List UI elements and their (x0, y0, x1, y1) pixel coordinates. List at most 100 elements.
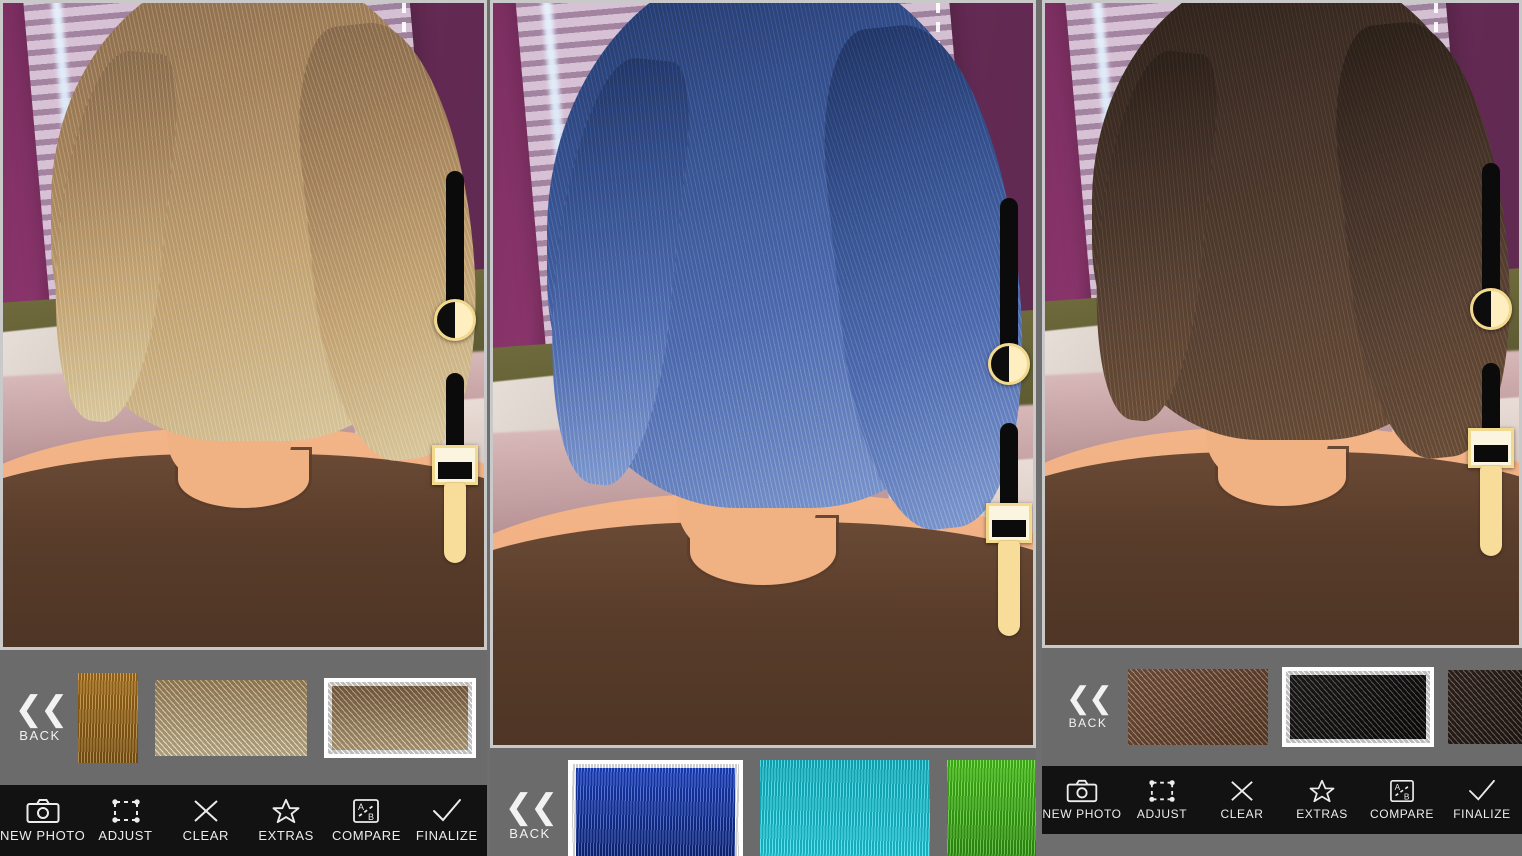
tool-label: ADJUST (98, 828, 153, 843)
swatch-texture (947, 760, 1036, 856)
tool-label: FINALIZE (1453, 807, 1511, 821)
brush-size-slider-knob[interactable] (1468, 428, 1514, 468)
camera-icon (26, 798, 60, 824)
back-button[interactable]: ❮❮ BACK (498, 748, 562, 856)
back-button-label: BACK (1068, 716, 1108, 730)
tool-label: COMPARE (332, 828, 401, 843)
opacity-slider[interactable] (1463, 163, 1519, 363)
subject-portrait (1045, 3, 1519, 645)
swatch-cyan[interactable] (760, 760, 930, 856)
star-icon (271, 798, 301, 824)
brush-stem (998, 541, 1020, 636)
subject-portrait (3, 3, 484, 647)
double-chevron-left-icon: ❮❮ (14, 690, 69, 728)
hair-region (40, 3, 484, 468)
bottom-toolbar-left: NEW PHOTO ADJUST CLEAR EXTRAS A B COMPAR… (0, 785, 487, 856)
brush-size-slider-knob[interactable] (432, 445, 478, 485)
app-screenshot-right: ❮❮ BACK NEW PHOTO ADJUST CLEAR EXTRAS A … (1042, 0, 1522, 856)
brush-size-slider[interactable] (1463, 363, 1519, 613)
brush-size-slider[interactable] (427, 373, 483, 613)
photo-canvas-left[interactable] (0, 0, 487, 650)
adjust-crop-icon (1148, 779, 1176, 803)
swatch-royal-blue[interactable] (568, 760, 743, 856)
tool-adjust[interactable]: ADJUST (85, 798, 165, 843)
tool-label: CLEAR (1220, 807, 1264, 821)
back-button[interactable]: ❮❮ BACK (1056, 648, 1120, 766)
brown-tshirt (3, 449, 484, 647)
tool-label: EXTRAS (1296, 807, 1348, 821)
swatch-list[interactable] (562, 724, 1036, 856)
x-cross-icon (191, 798, 221, 824)
app-screenshot-left: ❮❮ BACK NEW PHOTO ADJUST CLEAR EXTRAS A … (0, 0, 487, 856)
checkmark-icon (1466, 779, 1498, 803)
back-button-label: BACK (509, 825, 551, 841)
opacity-slider-knob[interactable] (1470, 288, 1512, 330)
swatch-dark-blonde[interactable] (324, 677, 476, 758)
tool-label: CLEAR (182, 828, 230, 843)
swatch-texture (78, 672, 138, 763)
compare-ab-icon: A B (352, 798, 380, 824)
compare-ab-icon: A B (1389, 779, 1415, 803)
swatch-list[interactable] (72, 672, 487, 763)
swatch-black[interactable] (1282, 667, 1434, 747)
brush-size-slider[interactable] (981, 423, 1033, 713)
double-chevron-left-icon: ❮❮ (1065, 682, 1113, 715)
composite-canvas: ❮❮ BACK NEW PHOTO ADJUST CLEAR EXTRAS A … (0, 0, 1522, 856)
svg-text:B: B (1404, 791, 1410, 801)
opacity-slider-knob[interactable] (988, 343, 1030, 385)
swatch-texture (760, 760, 930, 856)
tool-compare[interactable]: A B COMPARE (326, 798, 406, 843)
brown-tshirt (493, 517, 1033, 745)
tool-adjust[interactable]: ADJUST (1122, 779, 1202, 821)
opacity-slider-knob[interactable] (434, 299, 476, 341)
swatch-strip-left: ❮❮ BACK (0, 650, 487, 785)
camera-icon (1066, 779, 1098, 803)
back-button[interactable]: ❮❮ BACK (8, 650, 72, 785)
tool-extras[interactable]: EXTRAS (1282, 779, 1362, 821)
tool-label: NEW PHOTO (1042, 807, 1122, 821)
tool-label: ADJUST (1136, 807, 1188, 821)
opacity-slider[interactable] (427, 171, 483, 371)
tool-new-photo[interactable]: NEW PHOTO (0, 798, 85, 843)
double-chevron-left-icon: ❮❮ (504, 787, 559, 826)
tool-finalize[interactable]: FINALIZE (407, 798, 487, 843)
swatch-dark-brown[interactable] (1448, 670, 1522, 744)
tool-clear[interactable]: CLEAR (1202, 779, 1282, 821)
swatch-golden-copper[interactable] (78, 672, 138, 763)
adjust-crop-icon (111, 798, 141, 824)
svg-text:A: A (358, 802, 364, 812)
swatch-medium-brown[interactable] (1128, 669, 1268, 745)
tool-new-photo[interactable]: NEW PHOTO (1042, 779, 1122, 821)
brush-stem (444, 483, 466, 563)
tool-compare[interactable]: A B COMPARE (1362, 779, 1442, 821)
swatch-green[interactable] (947, 760, 1036, 856)
hair-region (1081, 3, 1519, 466)
opacity-slider[interactable] (981, 198, 1033, 423)
brown-tshirt (1045, 448, 1519, 645)
swatch-texture (572, 764, 739, 856)
checkmark-icon (430, 798, 464, 824)
swatch-texture (155, 679, 307, 756)
swatch-list[interactable] (1120, 667, 1522, 747)
x-cross-icon (1228, 779, 1256, 803)
swatch-strip-center: ❮❮ BACK (490, 748, 1036, 856)
brush-stem (1480, 466, 1502, 556)
swatch-texture (328, 681, 472, 754)
subject-portrait (493, 3, 1033, 745)
brush-size-slider-knob[interactable] (986, 503, 1032, 543)
bottom-toolbar-right: NEW PHOTO ADJUST CLEAR EXTRAS A B COMPAR… (1042, 766, 1522, 834)
hair-region (534, 3, 1033, 538)
photo-canvas-right[interactable] (1042, 0, 1522, 648)
swatch-texture (1286, 671, 1430, 743)
swatch-light-blonde[interactable] (155, 679, 307, 756)
tool-extras[interactable]: EXTRAS (246, 798, 326, 843)
tool-label: FINALIZE (415, 828, 478, 843)
tool-clear[interactable]: CLEAR (166, 798, 246, 843)
tool-label: COMPARE (1370, 807, 1434, 821)
star-icon (1308, 779, 1336, 803)
tool-finalize[interactable]: FINALIZE (1442, 779, 1522, 821)
back-button-label: BACK (19, 728, 61, 743)
swatch-strip-right: ❮❮ BACK (1042, 648, 1522, 766)
photo-canvas-center[interactable] (490, 0, 1036, 748)
svg-text:B: B (368, 812, 374, 822)
